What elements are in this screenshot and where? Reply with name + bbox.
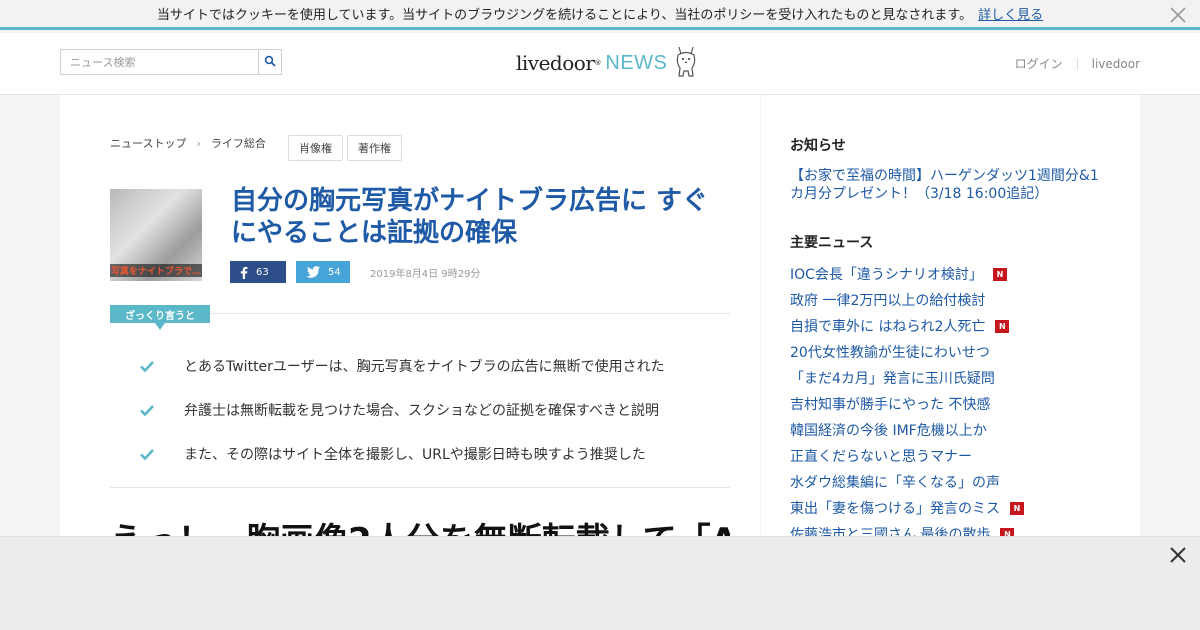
- news-item[interactable]: IOC会長「違うシナリオ検討」 N: [790, 261, 1024, 287]
- summary-pointer: [155, 323, 165, 330]
- ad-overlay: [0, 536, 1200, 630]
- twitter-share-button[interactable]: 54: [296, 261, 350, 283]
- cookie-text: 当サイトではクッキーを使用しています。当サイトのブラウジングを続けることにより、…: [156, 8, 973, 23]
- logo-livedoor: livedoor: [516, 51, 595, 75]
- logo-registered: ®: [594, 59, 602, 67]
- breadcrumb: ニューストップ › ライフ総合: [110, 135, 266, 151]
- check-icon: [140, 448, 184, 460]
- article-column: ニューストップ › ライフ総合 肖像権 著作権 写真をナイトブラで… 自分の胸元…: [60, 95, 760, 561]
- news-item[interactable]: 正直くだらないと思うマナー: [790, 443, 1024, 469]
- logo-news: NEWS: [605, 51, 668, 74]
- tag-copyright[interactable]: 著作権: [347, 135, 402, 161]
- twitter-count: 54: [328, 266, 341, 278]
- breadcrumb-item-news-top[interactable]: ニューストップ: [110, 135, 186, 151]
- livedoor-link[interactable]: livedoor: [1092, 57, 1140, 71]
- summary-label: ざっくり言うと: [110, 305, 210, 323]
- news-item-title[interactable]: 20代女性教諭が生徒にわいせつ: [790, 342, 990, 362]
- news-item-title[interactable]: 政府 一律2万円以上の給付検討: [790, 290, 985, 310]
- news-item-title[interactable]: IOC会長「違うシナリオ検討」: [790, 264, 983, 284]
- publish-date: 2019年8月4日 9時29分: [370, 269, 481, 280]
- summary-point-text: とあるTwitterユーザーは、胸元写真をナイトブラの広告に無断で使用された: [184, 359, 665, 375]
- facebook-count: 63: [256, 266, 269, 278]
- summary-point: また、その際はサイト全体を撮影し、URLや撮影日時も映すよう推奨した: [140, 441, 665, 467]
- search-input[interactable]: [60, 49, 258, 75]
- summary-bottom-divider: [110, 487, 730, 488]
- summary-points: とあるTwitterユーザーは、胸元写真をナイトブラの広告に無断で使用された 弁…: [140, 353, 665, 485]
- tag-portrait-rights[interactable]: 肖像権: [288, 135, 343, 161]
- news-item[interactable]: 吉村知事が勝手にやった 不快感: [790, 391, 1024, 417]
- article-title: 自分の胸元写真がナイトブラ広告に すぐにやることは証拠の確保: [231, 186, 709, 248]
- search-icon: [264, 55, 276, 70]
- check-icon: [140, 360, 184, 372]
- news-item-title[interactable]: 吉村知事が勝手にやった 不快感: [790, 394, 990, 414]
- header-divider: [1076, 57, 1078, 70]
- news-item[interactable]: 韓国経済の今後 IMF危機以上か: [790, 417, 1024, 443]
- summary-point: 弁護士は無断転載を見つけた場合、スクショなどの証拠を確保すべきと説明: [140, 397, 665, 423]
- news-item-title[interactable]: 韓国経済の今後 IMF危機以上か: [790, 420, 987, 440]
- login-link[interactable]: ログイン: [1015, 55, 1063, 72]
- news-item-title[interactable]: 東出「妻を傷つける」発言のミス: [790, 498, 1000, 518]
- close-icon[interactable]: [1168, 5, 1188, 25]
- new-badge: N: [1010, 501, 1024, 515]
- news-item[interactable]: 政府 一律2万円以上の給付検討: [790, 287, 1024, 313]
- sidebar: お知らせ 【お家で至福の時間】ハーゲンダッツ1週間分&1カ月分プレゼント！（3/…: [761, 95, 1140, 543]
- news-item[interactable]: 東出「妻を傷つける」発言のミス N: [790, 495, 1024, 521]
- close-icon[interactable]: [1168, 545, 1188, 565]
- news-item[interactable]: 水ダウ総集編に「辛くなる」の声: [790, 469, 1024, 495]
- news-item[interactable]: 「まだ4カ月」発言に玉川氏疑問: [790, 365, 1024, 391]
- news-item-title[interactable]: 自損で車外に はねられ2人死亡: [790, 316, 985, 336]
- site-header: livedoor ® NEWS ログイン livedoor: [0, 33, 1200, 95]
- summary-divider: [210, 313, 730, 314]
- thumbnail-caption: 写真をナイトブラで…: [110, 264, 202, 277]
- notice-link[interactable]: 【お家で至福の時間】ハーゲンダッツ1週間分&1カ月分プレゼント！（3/18 16…: [790, 167, 1110, 203]
- cookie-more-link[interactable]: 詳しく見る: [978, 4, 1043, 23]
- search-form: [60, 49, 282, 75]
- search-button[interactable]: [258, 49, 282, 75]
- facebook-share-button[interactable]: 63: [230, 261, 286, 283]
- breadcrumb-separator: ›: [196, 136, 201, 150]
- news-item-title[interactable]: 水ダウ総集編に「辛くなる」の声: [790, 472, 1000, 492]
- summary-point-text: また、その際はサイト全体を撮影し、URLや撮影日時も映すよう推奨した: [184, 447, 646, 463]
- site-logo[interactable]: livedoor ® NEWS: [516, 43, 699, 83]
- main-news-heading: 主要ニュース: [790, 235, 874, 251]
- news-item-title[interactable]: 「まだ4カ月」発言に玉川氏疑問: [790, 368, 995, 388]
- twitter-icon: [306, 266, 320, 278]
- news-item[interactable]: 20代女性教諭が生徒にわいせつ: [790, 339, 1024, 365]
- summary-point-text: 弁護士は無断転載を見つけた場合、スクショなどの証拠を確保すべきと説明: [184, 403, 660, 419]
- header-links: ログイン livedoor: [1015, 55, 1140, 72]
- news-item-title[interactable]: 正直くだらないと思うマナー: [790, 446, 972, 466]
- dog-mascot-icon: [673, 43, 699, 83]
- new-badge: N: [995, 319, 1010, 333]
- summary-point: とあるTwitterユーザーは、胸元写真をナイトブラの広告に無断で使用された: [140, 353, 665, 379]
- notice-heading: お知らせ: [790, 138, 846, 154]
- cookie-banner: 当サイトではクッキーを使用しています。当サイトのブラウジングを続けることにより、…: [0, 0, 1200, 30]
- check-icon: [140, 404, 184, 416]
- facebook-icon: [240, 266, 248, 279]
- article-thumbnail[interactable]: 写真をナイトブラで…: [110, 189, 202, 281]
- news-item[interactable]: 自損で車外に はねられ2人死亡 N: [790, 313, 1024, 339]
- new-badge: N: [992, 267, 1007, 281]
- main-news-list: IOC会長「違うシナリオ検討」 N 政府 一律2万円以上の給付検討 自損で車外に …: [790, 261, 1024, 547]
- breadcrumb-item-life[interactable]: ライフ総合: [211, 135, 266, 151]
